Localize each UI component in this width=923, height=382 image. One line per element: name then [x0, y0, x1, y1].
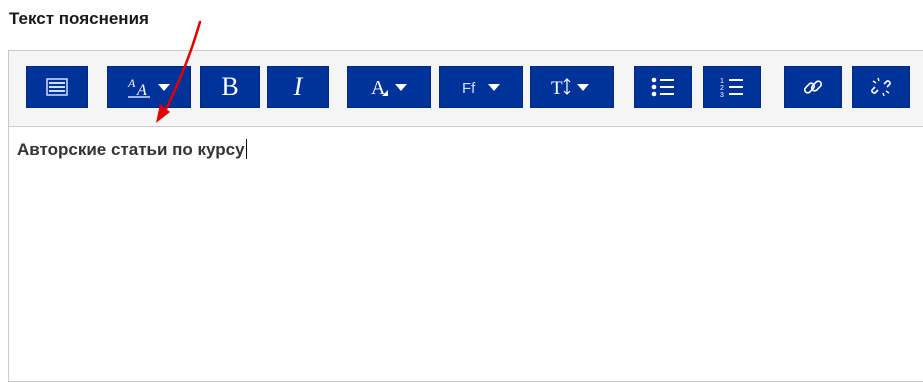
- svg-text:T: T: [551, 78, 563, 99]
- font-color-dropdown-icon: A: [371, 77, 407, 99]
- unlink-button[interactable]: [852, 66, 910, 108]
- font-style-dropdown-icon: A A: [127, 76, 170, 99]
- svg-text:3: 3: [720, 92, 724, 99]
- italic-button[interactable]: I: [267, 66, 329, 108]
- italic-icon: I: [293, 72, 303, 101]
- editor-toolbar: A A B I A Ff T 1 2 3: [9, 51, 923, 127]
- toolbar-toggle-icon: [46, 78, 68, 96]
- svg-text:A: A: [127, 76, 136, 90]
- unordered-list-button[interactable]: [634, 66, 692, 108]
- editor-content[interactable]: Авторские статьи по курсу: [17, 139, 247, 160]
- bold-icon: B: [221, 72, 239, 101]
- ordered-list-button[interactable]: 1 2 3: [703, 66, 761, 108]
- font-style-button[interactable]: A A: [107, 66, 191, 108]
- font-family-button[interactable]: Ff: [439, 66, 523, 108]
- link-icon: [803, 80, 823, 94]
- svg-text:2: 2: [720, 85, 724, 92]
- rich-text-editor[interactable]: A A B I A Ff T 1 2 3 Авторские статьи по…: [8, 50, 923, 382]
- font-size-button[interactable]: T: [530, 66, 614, 108]
- font-color-button[interactable]: A: [347, 66, 431, 108]
- field-label: Текст пояснения: [9, 9, 149, 28]
- svg-text:Ff: Ff: [462, 80, 476, 97]
- toggle-toolbar-button[interactable]: [26, 66, 88, 108]
- link-button[interactable]: [784, 66, 842, 108]
- bullet-list-icon: [651, 77, 674, 97]
- bold-button[interactable]: B: [200, 66, 260, 108]
- svg-text:1: 1: [720, 78, 724, 85]
- numbered-list-icon: 1 2 3: [720, 78, 743, 99]
- font-family-dropdown-icon: Ff: [462, 80, 500, 97]
- font-size-dropdown-icon: T: [551, 78, 589, 99]
- unlink-icon: [871, 77, 891, 97]
- editor-text: Авторские статьи по курсу: [17, 140, 245, 159]
- text-caret: [245, 139, 247, 159]
